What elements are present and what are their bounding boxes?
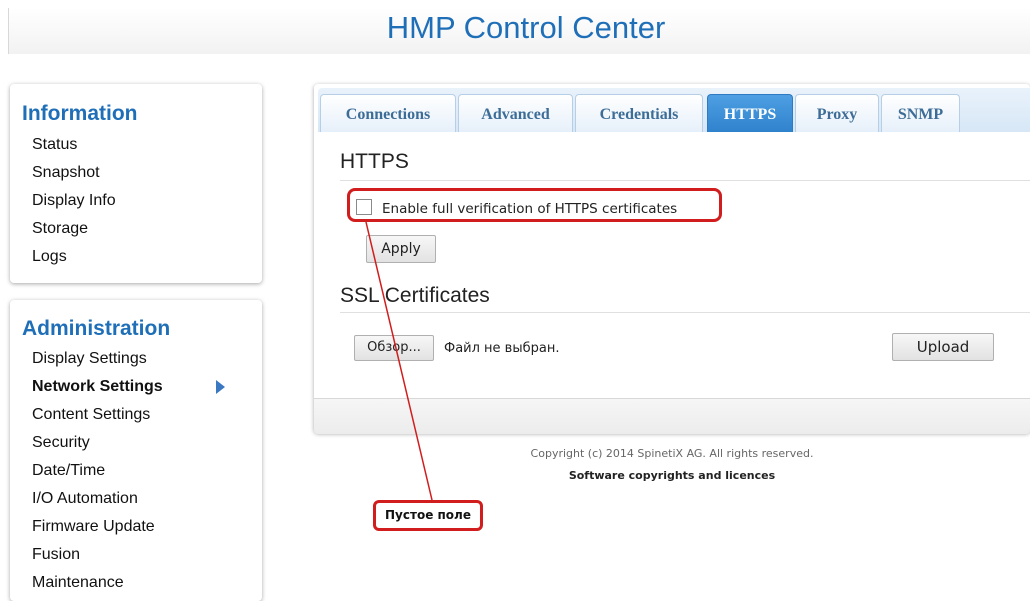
sidebar-item-security[interactable]: Security — [32, 432, 163, 460]
divider — [340, 180, 1030, 181]
tab-proxy[interactable]: Proxy — [795, 94, 879, 132]
no-file-selected-text: Файл не выбран. — [444, 341, 560, 356]
https-verification-label[interactable]: Enable full verification of HTTPS certif… — [382, 201, 677, 217]
information-heading: Information — [22, 102, 138, 125]
licences-link[interactable]: Software copyrights and licences — [314, 469, 1030, 482]
divider — [340, 312, 1030, 313]
tab-credentials[interactable]: Credentials — [575, 94, 703, 132]
tab-https[interactable]: HTTPS — [707, 94, 793, 132]
administration-menu: Display Settings Network Settings Conten… — [32, 348, 225, 600]
apply-button[interactable]: Apply — [366, 235, 436, 263]
tab-connections[interactable]: Connections — [320, 94, 456, 132]
information-menu: Status Snapshot Display Info Storage Log… — [32, 134, 116, 274]
tab-snmp[interactable]: SNMP — [881, 94, 960, 132]
sidebar-item-firmware-update[interactable]: Firmware Update — [32, 516, 163, 544]
annotation-callout: Пустое поле — [373, 500, 483, 531]
sidebar-item-display-info[interactable]: Display Info — [32, 190, 116, 218]
page-title: HMP Control Center — [386, 10, 666, 45]
sidebar-item-fusion[interactable]: Fusion — [32, 544, 163, 572]
ssl-section-title: SSL Certificates — [340, 284, 490, 307]
sidebar-item-storage[interactable]: Storage — [32, 218, 116, 246]
sidebar-item-snapshot[interactable]: Snapshot — [32, 162, 116, 190]
tab-advanced[interactable]: Advanced — [458, 94, 573, 132]
administration-panel: Administration Display Settings Network … — [10, 300, 262, 601]
information-panel: Information Status Snapshot Display Info… — [10, 84, 262, 283]
administration-heading: Administration — [22, 317, 171, 340]
panel-footer — [314, 398, 1030, 434]
sidebar-item-label: Network Settings — [32, 378, 163, 395]
sidebar-item-maintenance[interactable]: Maintenance — [32, 572, 163, 600]
sidebar-item-logs[interactable]: Logs — [32, 246, 116, 274]
copyright-text: Copyright (c) 2014 SpinetiX AG. All righ… — [530, 447, 814, 460]
sidebar-item-date-time[interactable]: Date/Time — [32, 460, 163, 488]
tab-bar: Connections Advanced Credentials HTTPS P… — [318, 88, 1030, 132]
sidebar-item-content-settings[interactable]: Content Settings — [32, 404, 163, 432]
https-section-title: HTTPS — [340, 150, 409, 173]
sidebar-item-network-settings[interactable]: Network Settings — [32, 376, 225, 404]
network-settings-panel: Connections Advanced Credentials HTTPS P… — [314, 84, 1030, 434]
https-verification-checkbox[interactable] — [356, 199, 372, 215]
sidebar-item-display-settings[interactable]: Display Settings — [32, 348, 163, 376]
upload-button[interactable]: Upload — [892, 333, 994, 361]
sidebar-item-io-automation[interactable]: I/O Automation — [32, 488, 163, 516]
browse-file-button[interactable]: Обзор... — [354, 335, 434, 361]
current-page-arrow-icon — [216, 380, 225, 394]
sidebar-item-status[interactable]: Status — [32, 134, 116, 162]
